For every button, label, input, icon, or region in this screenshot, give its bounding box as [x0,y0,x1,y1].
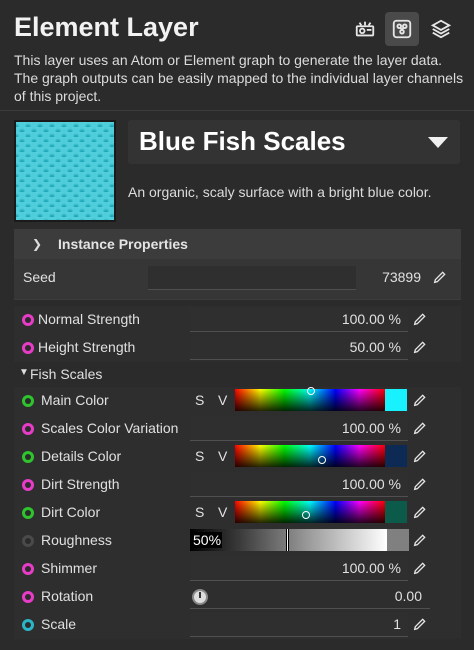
normal-strength-value[interactable]: 100.00 % [342,311,401,327]
scales-color-variation-row: Scales Color Variation 100.00 % [14,415,461,443]
material-selector[interactable]: Blue Fish Scales [128,120,460,164]
scales-color-variation-label: Scales Color Variation [41,420,179,436]
material-description: An organic, scaly surface with a bright … [128,184,432,200]
seed-row: Seed 73899 [14,264,461,292]
rotation-value[interactable]: 0.00 [395,588,422,604]
dropdown-arrow-icon[interactable] [428,137,448,148]
scale-value[interactable]: 1 [393,616,401,632]
projector-icon[interactable] [348,12,382,46]
main-color-spectrum[interactable] [235,387,385,411]
saturation-toggle[interactable]: S [195,448,204,464]
details-color-swatch[interactable] [385,445,407,467]
details-color-spectrum[interactable] [235,445,385,467]
instance-properties-header[interactable]: ❯ Instance Properties [14,229,461,259]
scale-label: Scale [41,616,77,632]
channel-dot-icon [22,342,34,354]
edit-icon[interactable] [412,504,430,522]
value-toggle[interactable]: V [218,504,227,520]
shimmer-row: Shimmer 100.00 % [14,555,461,583]
channel-dot-icon [22,314,34,326]
height-strength-label: Height Strength [38,339,136,355]
triangle-down-icon[interactable]: ▼ [19,367,29,378]
dirt-color-spectrum[interactable] [235,501,385,523]
seed-value[interactable]: 73899 [382,269,421,285]
channel-dot-icon [22,619,34,631]
scales-color-variation-value[interactable]: 100.00 % [342,420,401,436]
chevron-down-icon[interactable]: ❯ [32,237,42,251]
material-thumbnail[interactable] [14,120,116,222]
layer-title: Element Layer [14,12,199,42]
edit-icon[interactable] [412,392,430,410]
channel-dot-icon [22,451,34,463]
edit-icon[interactable] [412,560,430,578]
rotation-label: Rotation [41,588,94,604]
layer-header: Element Layer [0,0,474,48]
fish-scales-label: Fish Scales [30,366,103,382]
channel-dot-icon [22,507,34,519]
main-color-label: Main Color [41,392,109,408]
main-color-swatch[interactable] [385,389,407,411]
height-strength-value[interactable]: 50.00 % [350,339,401,355]
instance-properties-label: Instance Properties [58,236,188,252]
divider [14,299,461,300]
dirt-strength-value[interactable]: 100.00 % [342,476,401,492]
channel-dot-icon [22,479,34,491]
layer-description: This layer uses an Atom or Element graph… [14,52,464,104]
divider [0,110,474,111]
shimmer-label: Shimmer [41,560,98,576]
edit-icon[interactable] [412,311,430,329]
value-toggle[interactable]: V [218,392,227,408]
roughness-value: 50% [192,532,223,548]
dirt-strength-label: Dirt Strength [41,476,120,492]
seed-slider[interactable] [148,266,356,290]
roughness-row: Roughness 50% [14,527,461,555]
edit-icon[interactable] [412,420,430,438]
dirt-color-swatch[interactable] [385,501,407,523]
channel-dot-icon [22,535,34,547]
value-toggle[interactable]: V [218,448,227,464]
edit-icon[interactable] [412,616,430,634]
saturation-toggle[interactable]: S [195,392,204,408]
edit-icon[interactable] [412,448,430,466]
saturation-toggle[interactable]: S [195,504,204,520]
rotation-row: Rotation 0.00 [14,583,461,611]
layers-icon[interactable] [424,12,458,46]
edit-icon[interactable] [412,532,430,550]
normal-strength-label: Normal Strength [38,311,140,327]
normal-strength-row: Normal Strength 100.00 % [14,306,461,334]
channel-dot-icon [22,563,34,575]
dirt-strength-row: Dirt Strength 100.00 % [14,471,461,499]
channel-dot-icon [22,591,34,603]
roughness-gradient[interactable]: 50% [190,529,387,551]
edit-icon[interactable] [412,339,430,357]
edit-icon[interactable] [432,269,450,287]
shimmer-value[interactable]: 100.00 % [342,560,401,576]
element-graph-icon[interactable] [385,12,419,46]
edit-icon[interactable] [412,476,430,494]
dirt-color-label: Dirt Color [41,504,101,520]
roughness-label: Roughness [41,532,112,548]
seed-label: Seed [23,269,56,285]
channel-dot-icon [22,423,34,435]
material-name: Blue Fish Scales [139,126,346,156]
color-picker-marker[interactable] [318,456,326,464]
details-color-row: Details Color S V [14,443,461,471]
main-color-row: Main Color S V [14,387,461,415]
fish-scales-section-header[interactable]: ▼ Fish Scales [14,362,461,386]
dirt-color-row: Dirt Color S V [14,499,461,527]
details-color-label: Details Color [41,448,122,464]
scale-slider[interactable] [190,613,408,637]
gradient-handle[interactable] [286,529,289,551]
channel-dot-icon [22,395,34,407]
roughness-swatch[interactable] [387,529,409,551]
height-strength-row: Height Strength 50.00 % [14,334,461,362]
scale-row: Scale 1 [14,611,461,639]
color-picker-marker[interactable] [302,511,310,519]
color-picker-marker[interactable] [307,387,315,395]
